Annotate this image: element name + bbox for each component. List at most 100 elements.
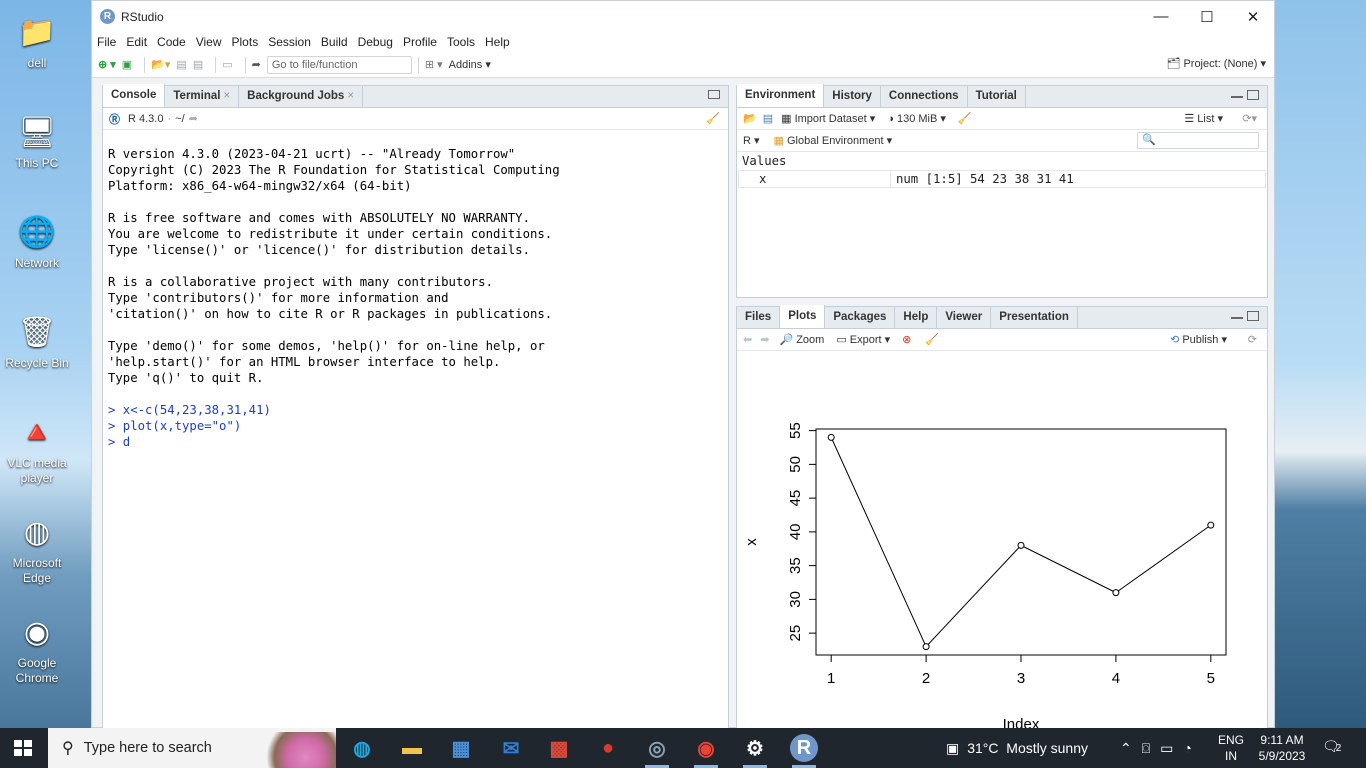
- tab-help[interactable]: Help: [895, 306, 938, 328]
- y-tick-label: 45: [787, 490, 804, 507]
- close-button[interactable]: ✕: [1230, 1, 1276, 32]
- desktop-icon-computer[interactable]: 🖥 This PC: [4, 112, 70, 171]
- refresh-plot-icon[interactable]: ⟳: [1248, 333, 1257, 346]
- rstudio-icon[interactable]: R: [790, 734, 818, 762]
- goto-file-input[interactable]: Go to file/function: [266, 55, 412, 74]
- menu-build[interactable]: Build: [321, 35, 348, 49]
- working-directory[interactable]: ~/: [175, 113, 184, 125]
- go-to-directory-icon[interactable]: ➦: [189, 112, 198, 125]
- clear-workspace-icon[interactable]: 🧹: [958, 112, 972, 125]
- tab-packages[interactable]: Packages: [825, 306, 896, 328]
- clear-console-icon[interactable]: 🧹: [706, 112, 720, 125]
- print-icon[interactable]: ▭: [222, 58, 232, 71]
- desktop-icon-vlc[interactable]: 🔺 VLC media player: [4, 412, 70, 486]
- chrome-icon[interactable]: ◉: [692, 734, 720, 762]
- vlc-icon: 🔺: [18, 415, 56, 449]
- settings-icon[interactable]: ⚙: [741, 734, 769, 762]
- battery-icon[interactable]: ▭: [1160, 740, 1173, 757]
- wifi-icon[interactable]: ◔: [1183, 740, 1191, 756]
- tab-console[interactable]: Console: [103, 84, 166, 107]
- browser-icon[interactable]: ◎: [643, 734, 671, 762]
- pane-controls[interactable]: [1231, 311, 1259, 321]
- scope-select[interactable]: ▦ Global Environment ▾: [774, 134, 893, 147]
- grid-layout-icon[interactable]: ⊞ ▾: [425, 58, 443, 71]
- refresh-icon[interactable]: ⟳▾: [1242, 112, 1257, 125]
- new-file-icon[interactable]: ⊕ ▾: [98, 58, 116, 71]
- menu-debug[interactable]: Debug: [358, 35, 393, 49]
- tab-terminal[interactable]: Terminal ×: [165, 85, 240, 107]
- tab-plots[interactable]: Plots: [780, 305, 826, 328]
- values-row[interactable]: x num [1:5] 54 23 38 31 41: [738, 170, 1266, 188]
- pane-controls[interactable]: [708, 90, 720, 99]
- environment-search-input[interactable]: 🔍: [1137, 132, 1259, 149]
- window-title: RStudio: [121, 9, 164, 24]
- new-project-icon[interactable]: ▣: [122, 58, 132, 71]
- tab-connections[interactable]: Connections: [881, 85, 968, 107]
- clear-plots-icon[interactable]: 🧹: [925, 333, 939, 346]
- angry-birds-icon[interactable]: ●: [594, 734, 622, 762]
- open-file-icon[interactable]: 📂▾: [151, 58, 170, 71]
- desktop-icon-chrome[interactable]: ◉ Google Chrome: [4, 612, 70, 686]
- tab-environment[interactable]: Environment: [737, 84, 825, 107]
- addins-menu[interactable]: Addins ▾: [449, 58, 491, 72]
- plots-toolbar: ⬅ ➡ 🔎 Zoom ▭ Export ▾ ⊗ 🧹 ⟲ Publish ▾ ⟳: [737, 329, 1267, 351]
- close-tab-icon[interactable]: ×: [223, 90, 230, 102]
- file-explorer-icon[interactable]: ▬: [398, 734, 426, 762]
- desktop-icon-user-folder[interactable]: 📁 dell: [4, 12, 70, 71]
- game-icon[interactable]: ▩: [545, 734, 573, 762]
- zoom-button[interactable]: 🔎 Zoom: [779, 333, 824, 346]
- tab-viewer[interactable]: Viewer: [937, 306, 992, 328]
- goto-arrow-icon: ➦: [251, 59, 261, 71]
- clock[interactable]: 9:11 AM 5/9/2023: [1254, 732, 1310, 764]
- values-table: x num [1:5] 54 23 38 31 41: [738, 170, 1266, 188]
- menu-help[interactable]: Help: [485, 35, 510, 49]
- list-view-button[interactable]: ☰ List ▾: [1184, 112, 1223, 125]
- publish-button[interactable]: ⟲ Publish ▾: [1170, 333, 1227, 346]
- import-dataset-button[interactable]: ▦ Import Dataset ▾: [781, 112, 875, 125]
- save-workspace-icon[interactable]: ▤: [763, 112, 773, 125]
- y-tick-label: 35: [787, 557, 804, 574]
- notification-center-icon[interactable]: 🗨2: [1322, 738, 1341, 755]
- chevron-up-icon[interactable]: ⌃: [1120, 740, 1132, 757]
- tab-files[interactable]: Files: [737, 306, 781, 328]
- windows-start-icon[interactable]: [14, 740, 32, 756]
- desktop-icon-network[interactable]: 🌐 Network: [4, 212, 70, 271]
- menu-file[interactable]: File: [97, 35, 116, 49]
- weather-widget[interactable]: ▣ 31°C Mostly sunny: [946, 728, 1088, 768]
- maximize-button[interactable]: ☐: [1184, 1, 1230, 32]
- desktop-icon-recycle-bin[interactable]: 🗑 Recycle Bin: [4, 312, 70, 371]
- load-workspace-icon[interactable]: 📂: [743, 112, 757, 125]
- save-all-icon[interactable]: ▤: [193, 58, 203, 71]
- meet-now-icon[interactable]: ⌼: [1142, 740, 1150, 757]
- store-icon[interactable]: ▦: [447, 734, 475, 762]
- edge-icon[interactable]: ◍: [348, 734, 376, 762]
- language-indicator[interactable]: ENG IN: [1218, 732, 1244, 764]
- minimize-button[interactable]: —: [1138, 1, 1184, 32]
- menu-plots[interactable]: Plots: [232, 35, 259, 49]
- menu-code[interactable]: Code: [157, 35, 186, 49]
- menu-session[interactable]: Session: [268, 35, 311, 49]
- remove-plot-icon[interactable]: ⊗: [902, 333, 911, 346]
- menu-view[interactable]: View: [196, 35, 222, 49]
- save-icon[interactable]: ▤: [176, 58, 186, 71]
- tab-presentation[interactable]: Presentation: [991, 306, 1078, 328]
- console-output[interactable]: R version 4.3.0 (2023-04-21 ucrt) -- "Al…: [103, 146, 728, 450]
- series-line-segment: [1115, 524, 1212, 594]
- desktop-icon-edge[interactable]: ◍ Microsoft Edge: [4, 512, 70, 586]
- memory-usage[interactable]: ◑ 130 MiB ▾: [887, 112, 946, 125]
- menu-edit[interactable]: Edit: [126, 35, 147, 49]
- tab-tutorial[interactable]: Tutorial: [968, 85, 1026, 107]
- menu-profile[interactable]: Profile: [403, 35, 437, 49]
- language-select[interactable]: R ▾: [743, 134, 760, 147]
- mail-icon[interactable]: ✉: [497, 734, 525, 762]
- close-tab-icon[interactable]: ×: [347, 90, 354, 102]
- tab-background-jobs[interactable]: Background Jobs ×: [239, 85, 364, 107]
- pane-controls[interactable]: [1231, 90, 1259, 100]
- tab-history[interactable]: History: [824, 85, 881, 107]
- project-menu[interactable]: 🗂 Project: (None) ▾: [1166, 57, 1266, 70]
- taskbar-search-box[interactable]: ⚲ Type here to search: [48, 728, 336, 768]
- next-plot-icon[interactable]: ➡: [760, 333, 769, 346]
- previous-plot-icon[interactable]: ⬅: [743, 333, 752, 346]
- export-button[interactable]: ▭ Export ▾: [836, 333, 890, 346]
- menu-tools[interactable]: Tools: [447, 35, 475, 49]
